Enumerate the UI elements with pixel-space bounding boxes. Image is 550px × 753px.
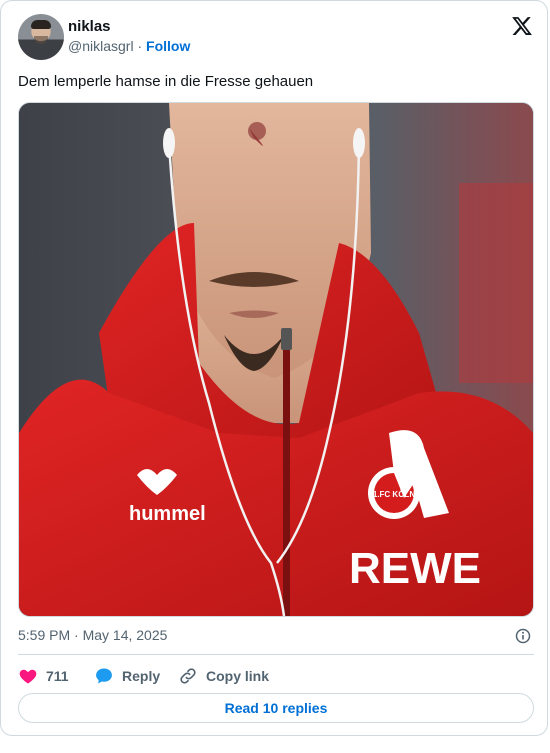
timestamp[interactable]: 5:59 PM · May 14, 2025 (18, 627, 167, 643)
link-icon (180, 668, 196, 684)
copy-link-button[interactable]: Copy link (178, 665, 269, 687)
handle-row: @niklasgrl · Follow (68, 38, 190, 54)
x-logo-icon[interactable] (511, 15, 533, 37)
sponsor-text: REWE (349, 544, 481, 593)
crest-text: 1.FC KÖLN (373, 490, 415, 499)
avatar[interactable] (18, 14, 64, 60)
user-name[interactable]: niklas (68, 18, 111, 35)
brand-text: hummel (129, 503, 206, 525)
follow-button[interactable]: Follow (146, 38, 190, 54)
tweet-card: niklas @niklasgrl · Follow Dem lemperle … (0, 0, 548, 736)
like-count: 711 (46, 668, 69, 684)
user-handle[interactable]: @niklasgrl (68, 38, 134, 54)
copy-link-label: Copy link (206, 668, 270, 684)
read-replies-button[interactable]: Read 10 replies (18, 693, 534, 723)
like-button[interactable]: 711 (18, 665, 69, 687)
tweet-photo[interactable]: hummel 1.FC KÖLN REWE (18, 102, 534, 617)
reply-button[interactable]: Reply (94, 665, 160, 687)
heart-icon (19, 669, 37, 684)
photo-illustration: hummel 1.FC KÖLN REWE (19, 103, 533, 616)
reply-label: Reply (122, 668, 161, 684)
reply-bubble-icon (96, 668, 112, 684)
info-icon[interactable] (515, 628, 531, 644)
separator: · (137, 38, 143, 54)
tweet-text: Dem lemperle hamse in die Fresse gehauen (18, 73, 314, 90)
divider (18, 654, 534, 655)
